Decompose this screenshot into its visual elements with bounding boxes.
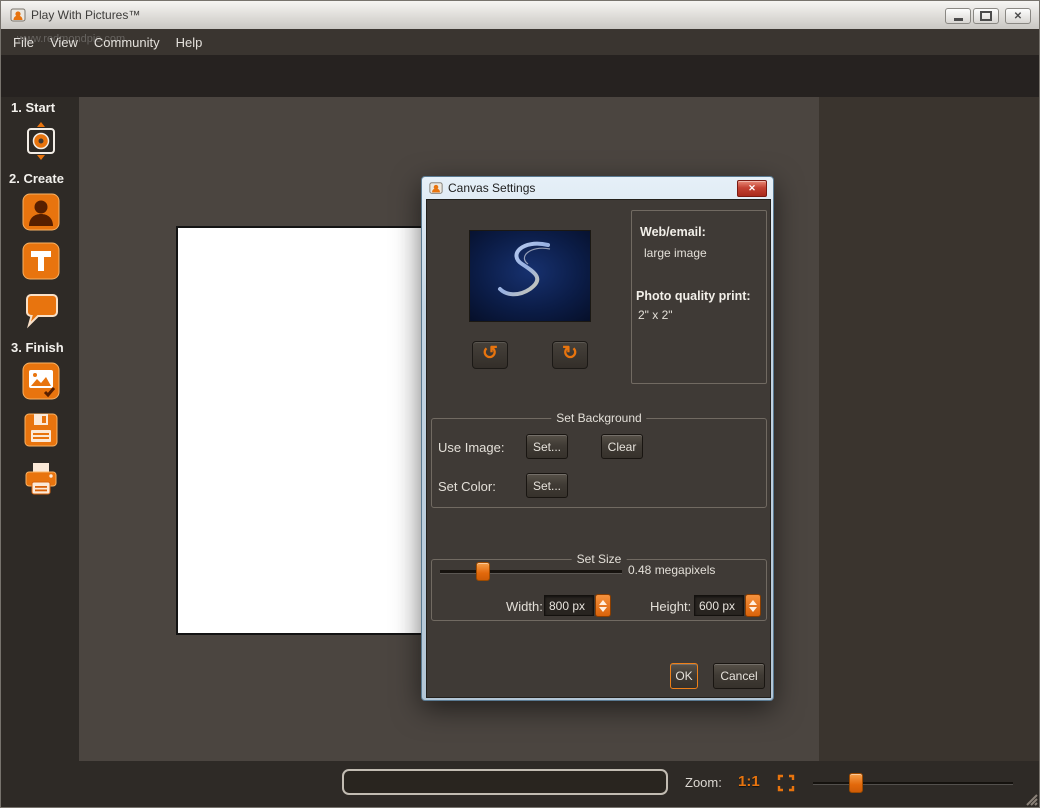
maximize-button[interactable] <box>973 8 999 24</box>
rotate-ccw-button[interactable]: ↺ <box>472 341 508 369</box>
minimize-icon <box>953 18 963 21</box>
size-slider-track[interactable] <box>440 570 622 573</box>
text-entry-field[interactable] <box>342 769 668 795</box>
clear-image-button[interactable]: Clear <box>601 434 643 459</box>
preview-image <box>470 231 590 321</box>
set-size-group: Set Size 0.48 megapixels Width: Height: <box>431 552 767 621</box>
save-icon[interactable] <box>21 410 61 450</box>
print-quality-label: Photo quality print: <box>636 289 751 303</box>
height-label: Height: <box>650 599 692 614</box>
set-color-button[interactable]: Set... <box>526 473 568 498</box>
width-input[interactable] <box>544 595 594 616</box>
width-label: Width: <box>506 599 543 614</box>
zoom-slider-handle[interactable] <box>849 773 863 793</box>
width-stepper[interactable] <box>595 594 611 617</box>
size-slider-handle[interactable] <box>476 562 490 581</box>
app-icon <box>10 8 26 22</box>
close-icon: ✕ <box>1013 10 1023 22</box>
ok-button[interactable]: OK <box>670 663 698 689</box>
window-titlebar: Play With Pictures™ ✕ <box>1 1 1039 30</box>
app-window: Play With Pictures™ ✕ File View Communit… <box>0 0 1040 808</box>
use-image-label: Use Image: <box>438 440 505 455</box>
export-image-icon[interactable] <box>21 361 61 401</box>
print-quality-value: 2" x 2" <box>638 308 673 322</box>
add-speech-bubble-icon[interactable] <box>21 290 61 330</box>
step-label-finish: 3. Finish <box>11 340 64 355</box>
menu-file[interactable]: File <box>5 31 42 54</box>
width-step-down-icon <box>599 606 607 612</box>
zoom-label: Zoom: <box>685 775 722 790</box>
rotate-ccw-icon: ↺ <box>482 343 498 364</box>
step-label-start: 1. Start <box>11 100 56 115</box>
step-label-create: 2. Create <box>9 171 64 186</box>
dialog-icon <box>429 182 443 194</box>
zoom-fit-button[interactable] <box>777 774 795 792</box>
print-icon[interactable] <box>21 459 61 499</box>
maximize-icon <box>980 11 992 21</box>
gear-canvas-icon <box>27 122 55 160</box>
steps-sidebar: 1. Start 2. Create 3. Finish <box>1 97 79 761</box>
fit-screen-icon <box>777 774 795 792</box>
dialog-titlebar[interactable]: Canvas Settings ✕ <box>422 177 773 199</box>
canvas-preview-thumbnail <box>469 230 591 322</box>
size-info-box: Web/email: large image Photo quality pri… <box>631 210 767 384</box>
rotate-cw-icon: ↻ <box>562 343 578 364</box>
window-title: Play With Pictures™ <box>31 8 141 22</box>
web-email-value: large image <box>644 246 707 260</box>
cancel-button[interactable]: Cancel <box>713 663 765 689</box>
web-email-label: Web/email: <box>640 225 706 239</box>
text-tool-icon <box>22 242 60 280</box>
menu-community[interactable]: Community <box>86 31 168 54</box>
width-step-up-icon <box>599 599 607 605</box>
close-button[interactable]: ✕ <box>1005 8 1031 24</box>
height-step-up-icon <box>749 599 757 605</box>
set-size-legend: Set Size <box>571 552 627 566</box>
photo-export-icon <box>22 362 60 400</box>
canvas-setup-icon[interactable] <box>21 121 61 161</box>
minimize-button[interactable] <box>945 8 971 24</box>
menu-bar: File View Community Help <box>1 29 1039 55</box>
height-stepper[interactable] <box>745 594 761 617</box>
zoom-100-button[interactable]: 1:1 <box>738 773 760 790</box>
person-icon <box>22 193 60 231</box>
right-panel <box>819 97 1039 761</box>
close-icon: ✕ <box>748 183 756 193</box>
set-background-group: Set Background Use Image: Set... Clear S… <box>431 411 767 508</box>
rotate-cw-button[interactable]: ↻ <box>552 341 588 369</box>
canvas-settings-dialog: Canvas Settings ✕ Web/email: large image… <box>421 176 774 701</box>
resize-grip[interactable] <box>1022 790 1038 806</box>
dialog-close-button[interactable]: ✕ <box>737 180 767 197</box>
add-person-icon[interactable] <box>21 192 61 232</box>
menu-help[interactable]: Help <box>168 31 211 54</box>
zoom-slider-track[interactable] <box>813 782 1013 784</box>
set-background-legend: Set Background <box>551 411 647 425</box>
printer-icon <box>25 463 57 495</box>
megapixels-value: 0.48 megapixels <box>628 563 716 577</box>
speech-bubble-icon <box>26 294 58 329</box>
set-image-button[interactable]: Set... <box>526 434 568 459</box>
dialog-title: Canvas Settings <box>448 181 536 195</box>
height-step-down-icon <box>749 606 757 612</box>
dialog-content: Web/email: large image Photo quality pri… <box>426 199 771 698</box>
floppy-disk-icon <box>24 413 58 447</box>
status-bar: Zoom: 1:1 <box>1 761 1039 807</box>
add-text-icon[interactable] <box>21 241 61 281</box>
menu-view[interactable]: View <box>42 31 86 54</box>
toolbar-strip <box>1 55 1039 97</box>
set-color-label: Set Color: <box>438 479 496 494</box>
height-input[interactable] <box>694 595 744 616</box>
